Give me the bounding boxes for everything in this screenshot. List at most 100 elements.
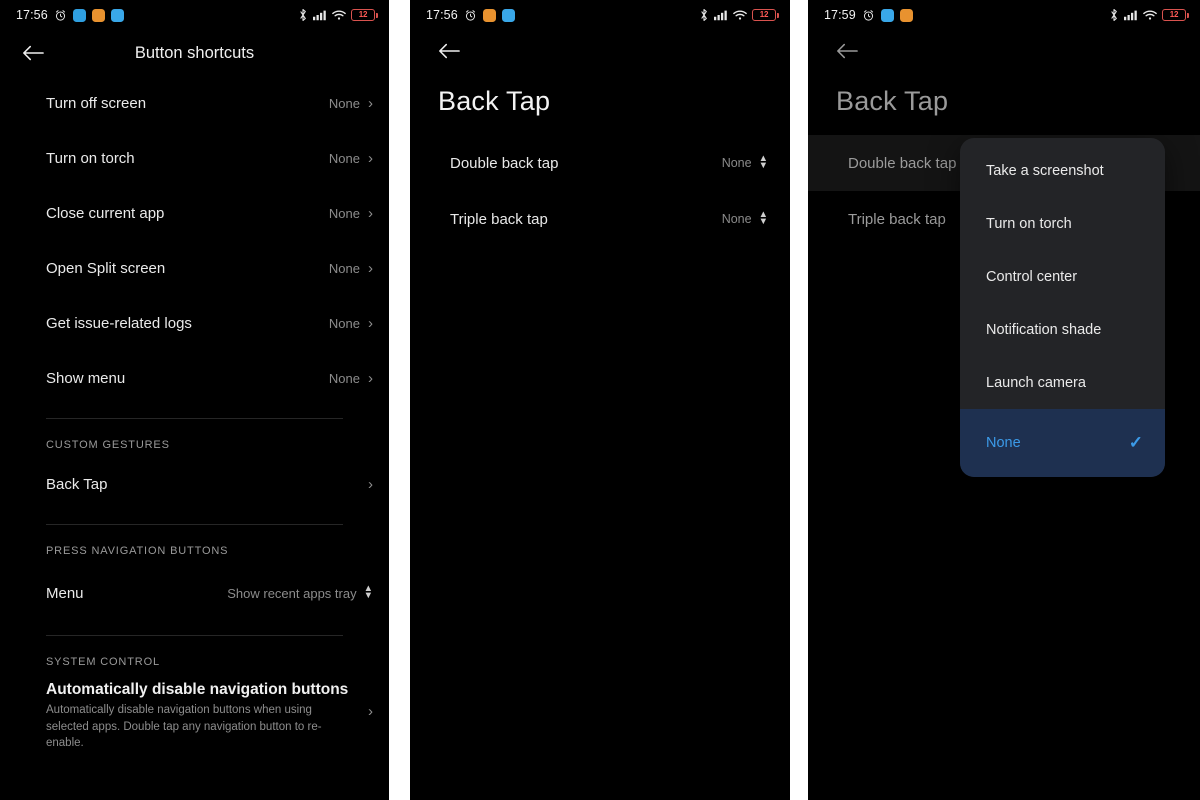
alarm-icon (54, 9, 67, 22)
status-bar-right: 12 (1109, 8, 1189, 22)
battery-icon: 12 (351, 9, 378, 21)
back-button[interactable] (432, 34, 466, 68)
screenshot-stage: 17:56 12 Button shortcuts Turn off scree… (0, 0, 1200, 800)
status-bar-right: 12 (699, 8, 779, 22)
back-tap-row-triple[interactable]: Triple back tap None ▲ ▼ (410, 191, 790, 247)
row-label: Triple back tap (450, 210, 548, 228)
row-label: Triple back tap (848, 210, 946, 228)
chevron-right-icon: › (368, 205, 373, 222)
status-bar: 17:56 12 (410, 0, 790, 30)
shortcut-row-close-current-app[interactable]: Close current app None › (0, 186, 389, 241)
row-value: None (328, 316, 360, 331)
gallery-app-icon (72, 8, 86, 22)
row-label: Close current app (46, 205, 165, 222)
row-value: None (328, 261, 360, 276)
chevron-right-icon: › (368, 95, 373, 112)
gesture-row-back-tap[interactable]: Back Tap › (0, 457, 389, 512)
page-title: Back Tap (836, 86, 949, 116)
shortcuts-list: Turn off screen None › Turn on torch Non… (0, 76, 389, 406)
row-label: Menu (46, 584, 84, 602)
row-value: None (328, 151, 360, 166)
status-time: 17:56 (426, 8, 458, 22)
row-value: None (328, 371, 360, 386)
wifi-icon (332, 9, 346, 21)
row-label: Double back tap (450, 154, 559, 172)
orange-app-icon (91, 8, 105, 22)
status-bar-left: 17:56 (426, 8, 515, 22)
status-bar-right: 12 (298, 8, 378, 22)
bluetooth-icon (699, 8, 709, 22)
chevron-right-icon: › (368, 315, 373, 332)
row-value-text: None (721, 156, 752, 170)
check-icon: ✓ (1128, 433, 1143, 452)
option-label: None (986, 435, 1021, 451)
shortcut-row-open-split-screen[interactable]: Open Split screen None › (0, 241, 389, 296)
dropdown-option-turn-on-torch[interactable]: Turn on torch (960, 197, 1165, 250)
option-label: Control center (986, 268, 1078, 285)
status-time: 17:56 (16, 8, 48, 22)
chevron-right-icon: › (368, 150, 373, 167)
back-tap-row-double[interactable]: Double back tap None ▲ ▼ (410, 135, 790, 191)
nav-row-menu[interactable]: Menu Show recent apps tray ▲ ▼ (0, 563, 389, 623)
option-label: Notification shade (986, 321, 1102, 338)
shortcut-row-turn-on-torch[interactable]: Turn on torch None › (0, 131, 389, 186)
row-title: Automatically disable navigation buttons (46, 681, 349, 698)
row-label: Turn off screen (46, 95, 147, 112)
status-bar-left: 17:56 (16, 8, 124, 22)
dropdown-option-launch-camera[interactable]: Launch camera (960, 356, 1165, 409)
option-label: Take a screenshot (986, 162, 1104, 179)
shortcut-row-show-menu[interactable]: Show menu None › (0, 351, 389, 406)
row-value-text: None (721, 212, 752, 226)
shortcut-row-get-issue-related-logs[interactable]: Get issue-related logs None › (0, 296, 389, 351)
section-header-press-navigation-buttons: PRESS NAVIGATION BUTTONS (46, 545, 229, 557)
chevron-right-icon: › (368, 703, 373, 720)
signal-icon (714, 9, 728, 21)
telegram-app-icon (110, 8, 124, 22)
back-button[interactable] (16, 36, 50, 70)
chevron-right-icon: › (368, 260, 373, 277)
alarm-icon (862, 9, 875, 22)
battery-icon: 12 (1162, 9, 1189, 21)
dropdown-option-control-center[interactable]: Control center (960, 250, 1165, 303)
chevron-updown-icon[interactable]: ▲ ▼ (364, 584, 373, 600)
action-dropdown-menu[interactable]: Take a screenshot Turn on torch Control … (960, 138, 1165, 477)
option-label: Turn on torch (986, 215, 1072, 232)
wifi-icon (733, 9, 747, 21)
section-divider (46, 524, 343, 525)
chevron-updown-icon[interactable]: ▲ ▼ (759, 210, 768, 226)
row-value: None (328, 206, 360, 221)
status-bar: 17:59 12 (808, 0, 1200, 30)
row-label: Back Tap (46, 476, 108, 493)
app-bar (808, 30, 1200, 72)
phone-panel-back-tap: 17:56 12 Back Tap Double back tap None ▲… (410, 0, 790, 800)
telegram-app-icon (880, 8, 894, 22)
row-label: Double back tap (848, 154, 957, 172)
dropdown-option-notification-shade[interactable]: Notification shade (960, 303, 1165, 356)
chevron-right-icon: › (368, 370, 373, 387)
option-label: Launch camera (986, 374, 1086, 391)
orange-app-icon (899, 8, 913, 22)
signal-icon (1124, 9, 1138, 21)
dropdown-option-none[interactable]: None ✓ (960, 409, 1165, 477)
back-button[interactable] (830, 34, 864, 68)
row-label: Get issue-related logs (46, 315, 192, 332)
telegram-app-icon (501, 8, 515, 22)
signal-icon (313, 9, 327, 21)
app-bar: Button shortcuts (0, 30, 389, 76)
section-divider (46, 635, 343, 636)
row-value: None ▲ ▼ (721, 210, 768, 226)
battery-icon: 12 (752, 9, 779, 21)
row-label: Show menu (46, 370, 126, 387)
shortcut-row-turn-off-screen[interactable]: Turn off screen None › (0, 76, 389, 131)
row-value: None (328, 96, 360, 111)
dropdown-option-take-a-screenshot[interactable]: Take a screenshot (960, 144, 1165, 197)
chevron-updown-icon[interactable]: ▲ ▼ (759, 154, 768, 170)
chevron-right-icon: › (368, 476, 373, 493)
system-control-row-auto-disable-nav[interactable]: Automatically disable navigation buttons… (0, 674, 389, 751)
orange-app-icon (482, 8, 496, 22)
section-divider (46, 418, 343, 419)
phone-panel-back-tap-dropdown-open: 17:59 12 Back Tap Double back tap Triple… (808, 0, 1200, 800)
row-label: Open Split screen (46, 260, 166, 277)
status-bar-left: 17:59 (824, 8, 913, 22)
status-bar: 17:56 12 (0, 0, 389, 30)
